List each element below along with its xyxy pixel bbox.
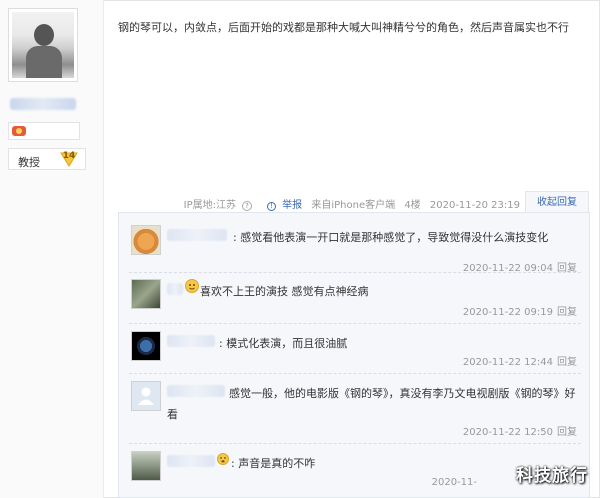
divider: [129, 323, 581, 324]
author-avatar-image: [12, 12, 74, 78]
report-label: 举报: [282, 200, 303, 211]
author-badge[interactable]: [8, 122, 80, 140]
author-sidebar: 教授 14: [0, 0, 104, 498]
author-avatar[interactable]: [8, 8, 78, 82]
warning-icon: !: [267, 202, 277, 211]
author-name-blurred[interactable]: [10, 98, 76, 110]
post-source: 来自iPhone客户端: [311, 200, 396, 211]
emoji-icon: [185, 279, 199, 293]
reply-button[interactable]: 回复: [557, 427, 577, 438]
reply-text: 喜欢不上王的演技 感觉有点神经病: [200, 285, 369, 298]
default-avatar-icon: [138, 387, 154, 405]
reply-text: : 模式化表演，而且很油腻: [219, 337, 348, 350]
help-icon[interactable]: ?: [241, 201, 252, 211]
reply-meta: 2020-11-22 12:44 回复: [463, 353, 577, 368]
reply-username-blurred[interactable]: [167, 335, 215, 347]
reply-meta: 2020-11-22 12:50 回复: [463, 423, 577, 438]
reply-username-blurred[interactable]: [167, 455, 215, 467]
reply-avatar[interactable]: [131, 225, 161, 255]
post-meta: IP属地:江苏? ! 举报 来自iPhone客户端 4楼 2020-11-20 2…: [178, 196, 520, 211]
reply-list: : 感觉看他表演一开口就是那种感觉了，导致觉得没什么演技变化 2020-11-2…: [118, 212, 590, 498]
author-title-label: 教授: [18, 156, 40, 169]
reply-avatar[interactable]: [131, 381, 161, 411]
reply-username-blurred[interactable]: [167, 283, 183, 295]
reply-avatar[interactable]: [131, 451, 161, 481]
reply-time: 2020-11-22 12:50: [462, 427, 553, 438]
reply-time: 2020-11-22 12:44: [462, 357, 553, 368]
reply-username-blurred[interactable]: [167, 229, 227, 241]
reply-meta: 2020-11-22 09:19 回复: [463, 303, 577, 318]
divider: [129, 272, 581, 273]
ip-location: IP属地:江苏: [183, 200, 236, 211]
reply-time: 2020-11-: [431, 477, 477, 488]
watermark: 科技旅行: [516, 466, 588, 486]
report-button[interactable]: ! 举报: [261, 200, 302, 211]
reply-text: : 声音是真的不咋: [231, 457, 316, 470]
emoji-icon: [217, 453, 229, 465]
reply-button[interactable]: 回复: [557, 307, 577, 318]
post-time: 2020-11-20 23:19: [429, 200, 520, 211]
reply-button[interactable]: 回复: [557, 357, 577, 368]
reply-text: : 感觉看他表演一开口就是那种感觉了，导致觉得没什么演技变化: [233, 231, 549, 244]
post-floor: 4楼: [404, 200, 421, 211]
divider: [129, 443, 581, 444]
reply-time: 2020-11-22 09:19: [462, 307, 553, 318]
author-title[interactable]: 教授 14: [8, 148, 86, 170]
gamepad-badge-icon: [12, 126, 26, 136]
reply-meta: 2020-11-: [432, 477, 477, 488]
reply-text: 感觉一般，他的电影版《钢的琴》，真没有李乃文电视剧版《钢的琴》好看: [167, 387, 576, 421]
collapse-replies-button[interactable]: 收起回复: [525, 191, 589, 213]
reply-avatar[interactable]: [131, 279, 161, 309]
divider: [129, 373, 581, 374]
reply-avatar[interactable]: [131, 331, 161, 361]
post-content: 钢的琴可以，内敛点，后面开始的戏都是那种大喊大叫神精兮兮的角色，然后声音属实也不…: [118, 21, 569, 34]
author-level: 14: [62, 151, 76, 161]
